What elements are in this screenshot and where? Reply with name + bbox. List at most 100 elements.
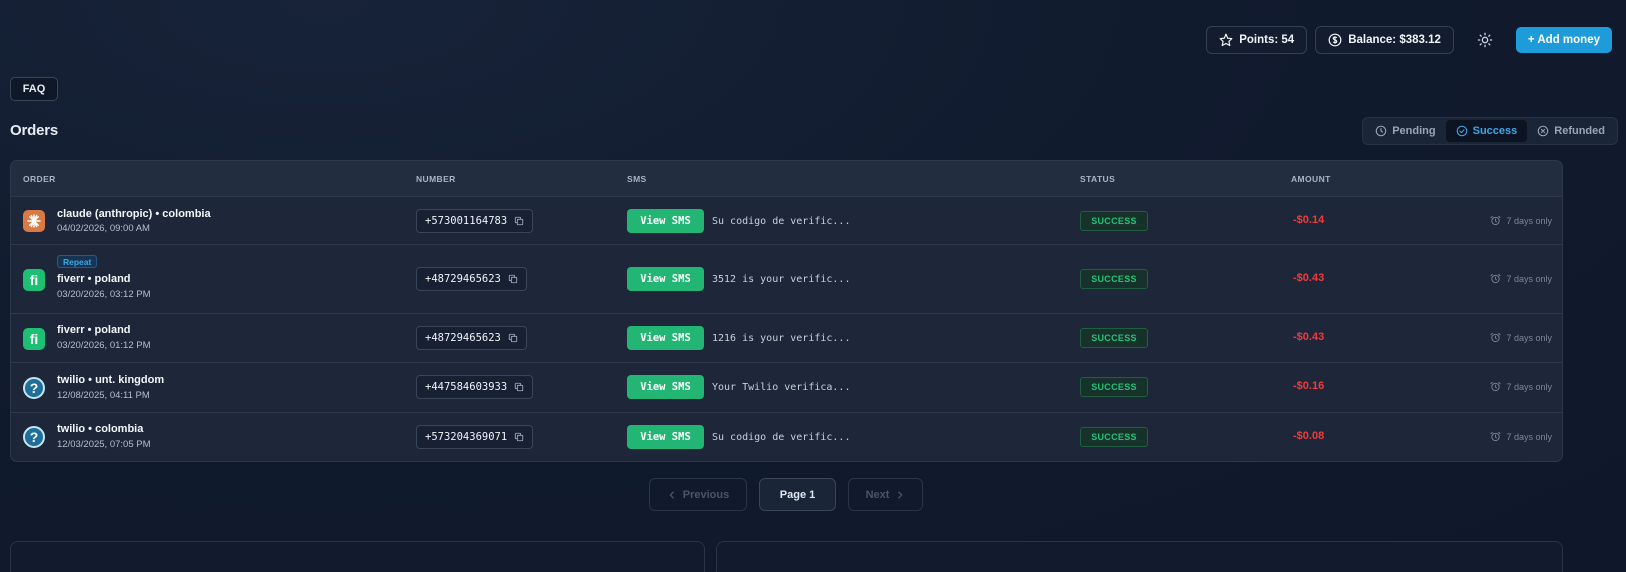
expiry-note: 7 days only <box>1490 215 1552 226</box>
order-amount: -$0.14 <box>1293 214 1325 226</box>
orders-table: ORDER NUMBER SMS STATUS AMOUNT claude (a… <box>10 160 1563 462</box>
table-row: fi fiverr • poland 03/20/2026, 01:12 PM … <box>11 314 1562 363</box>
expiry-note: 7 days only <box>1490 381 1552 392</box>
status-tabs: Pending Success Refunded <box>1362 117 1618 145</box>
bottom-card-right <box>716 541 1563 572</box>
fiverr-icon: fi <box>23 328 45 350</box>
order-service: fiverr • poland <box>57 273 131 285</box>
twilio-icon: ? <box>23 426 45 448</box>
current-page-indicator: Page 1 <box>759 478 836 511</box>
tab-label: Pending <box>1392 125 1436 137</box>
previous-label: Previous <box>682 488 730 501</box>
copy-icon[interactable] <box>514 432 524 442</box>
chevron-right-icon <box>898 490 903 499</box>
expiry-note: 7 days only <box>1490 332 1552 343</box>
expiry-label: 7 days only <box>1506 273 1552 284</box>
alarm-clock-icon <box>1490 215 1502 226</box>
tab-pending[interactable]: Pending <box>1365 120 1445 142</box>
balance-button[interactable]: Balance: $383.12 <box>1315 26 1454 54</box>
phone-number: +48729465623 <box>425 332 501 344</box>
clock-icon <box>1375 125 1387 137</box>
copy-icon[interactable] <box>514 382 524 392</box>
order-service: claude (anthropic) • colombia <box>57 208 211 220</box>
order-service: twilio • unt. kingdom <box>57 374 165 386</box>
next-page-button[interactable]: Next <box>848 478 923 511</box>
tab-success[interactable]: Success <box>1445 120 1528 142</box>
phone-number-copy[interactable]: +573001164783 <box>416 209 534 233</box>
phone-number: +573204369071 <box>425 431 508 443</box>
tab-refunded[interactable]: Refunded <box>1527 120 1615 142</box>
order-date: 12/03/2025, 07:05 PM <box>57 439 151 450</box>
faq-button[interactable]: FAQ <box>10 77 58 101</box>
column-header-amount: AMOUNT <box>1291 174 1331 184</box>
view-sms-button[interactable]: View SMS <box>627 326 704 350</box>
copy-icon[interactable] <box>508 333 518 343</box>
tab-label: Success <box>1472 125 1518 137</box>
star-icon <box>1219 33 1233 47</box>
points-label: Points: 54 <box>1239 34 1295 46</box>
order-amount: -$0.16 <box>1293 380 1325 392</box>
twilio-icon: ? <box>23 377 45 399</box>
order-service: twilio • colombia <box>57 423 144 435</box>
previous-page-button[interactable]: Previous <box>649 478 747 511</box>
copy-icon[interactable] <box>514 216 524 226</box>
view-sms-button[interactable]: View SMS <box>627 267 704 291</box>
sms-preview: 3512 is your verific... <box>712 274 851 285</box>
chevron-left-icon <box>669 490 674 499</box>
status-badge: SUCCESS <box>1080 211 1148 231</box>
expiry-label: 7 days only <box>1506 332 1552 343</box>
view-sms-button[interactable]: View SMS <box>627 375 704 399</box>
sms-preview: 1216 is your verific... <box>712 333 851 344</box>
order-amount: -$0.08 <box>1293 430 1325 442</box>
expiry-label: 7 days only <box>1506 431 1552 442</box>
phone-number-copy[interactable]: +48729465623 <box>416 326 527 350</box>
status-badge: SUCCESS <box>1080 427 1148 447</box>
sms-preview: Your Twilio verifica... <box>712 382 851 393</box>
tab-label: Refunded <box>1554 125 1605 137</box>
dollar-circle-icon <box>1328 33 1342 47</box>
repeat-badge: Repeat <box>57 255 98 268</box>
order-amount: -$0.43 <box>1293 331 1325 343</box>
points-button[interactable]: Points: 54 <box>1206 26 1308 54</box>
balance-label: Balance: $383.12 <box>1348 34 1441 46</box>
expiry-note: 7 days only <box>1490 273 1552 284</box>
add-money-button[interactable]: + Add money <box>1515 27 1612 53</box>
sms-preview: Su codigo de verific... <box>712 432 851 443</box>
bottom-card-left <box>10 541 705 572</box>
sun-icon <box>1477 32 1493 48</box>
phone-number-copy[interactable]: +48729465623 <box>416 267 527 291</box>
expiry-label: 7 days only <box>1506 381 1552 392</box>
top-bar: Points: 54 Balance: $383.12 + Add money <box>1206 26 1612 54</box>
alarm-clock-icon <box>1490 273 1502 284</box>
phone-number-copy[interactable]: +573204369071 <box>416 425 534 449</box>
theme-toggle-button[interactable] <box>1470 26 1500 54</box>
order-service: fiverr • poland <box>57 324 131 336</box>
status-badge: SUCCESS <box>1080 328 1148 348</box>
x-circle-icon <box>1537 125 1549 137</box>
pagination: Previous Page 1 Next <box>649 478 923 511</box>
page-title: Orders <box>10 122 58 139</box>
table-row: ? twilio • colombia 12/03/2025, 07:05 PM… <box>11 413 1562 461</box>
phone-number: +48729465623 <box>425 273 501 285</box>
order-date: 03/20/2026, 01:12 PM <box>57 340 151 351</box>
order-date: 12/08/2025, 04:11 PM <box>57 390 150 401</box>
view-sms-button[interactable]: View SMS <box>627 425 704 449</box>
alarm-clock-icon <box>1490 332 1502 343</box>
phone-number: +447584603933 <box>425 381 508 393</box>
column-header-status: STATUS <box>1080 174 1116 184</box>
alarm-clock-icon <box>1490 381 1502 392</box>
table-row: fi Repeat fiverr • poland 03/20/2026, 03… <box>11 245 1562 314</box>
phone-number-copy[interactable]: +447584603933 <box>416 375 534 399</box>
claude-icon <box>23 210 45 232</box>
phone-number: +573001164783 <box>425 215 508 227</box>
check-circle-icon <box>1456 125 1467 137</box>
alarm-clock-icon <box>1490 431 1502 442</box>
order-date: 03/20/2026, 03:12 PM <box>57 289 151 300</box>
table-row: claude (anthropic) • colombia 04/02/2026… <box>11 197 1562 245</box>
expiry-note: 7 days only <box>1490 431 1552 442</box>
order-date: 04/02/2026, 09:00 AM <box>57 223 150 234</box>
status-badge: SUCCESS <box>1080 377 1148 397</box>
column-header-sms: SMS <box>627 174 647 184</box>
view-sms-button[interactable]: View SMS <box>627 209 704 233</box>
copy-icon[interactable] <box>508 274 518 284</box>
